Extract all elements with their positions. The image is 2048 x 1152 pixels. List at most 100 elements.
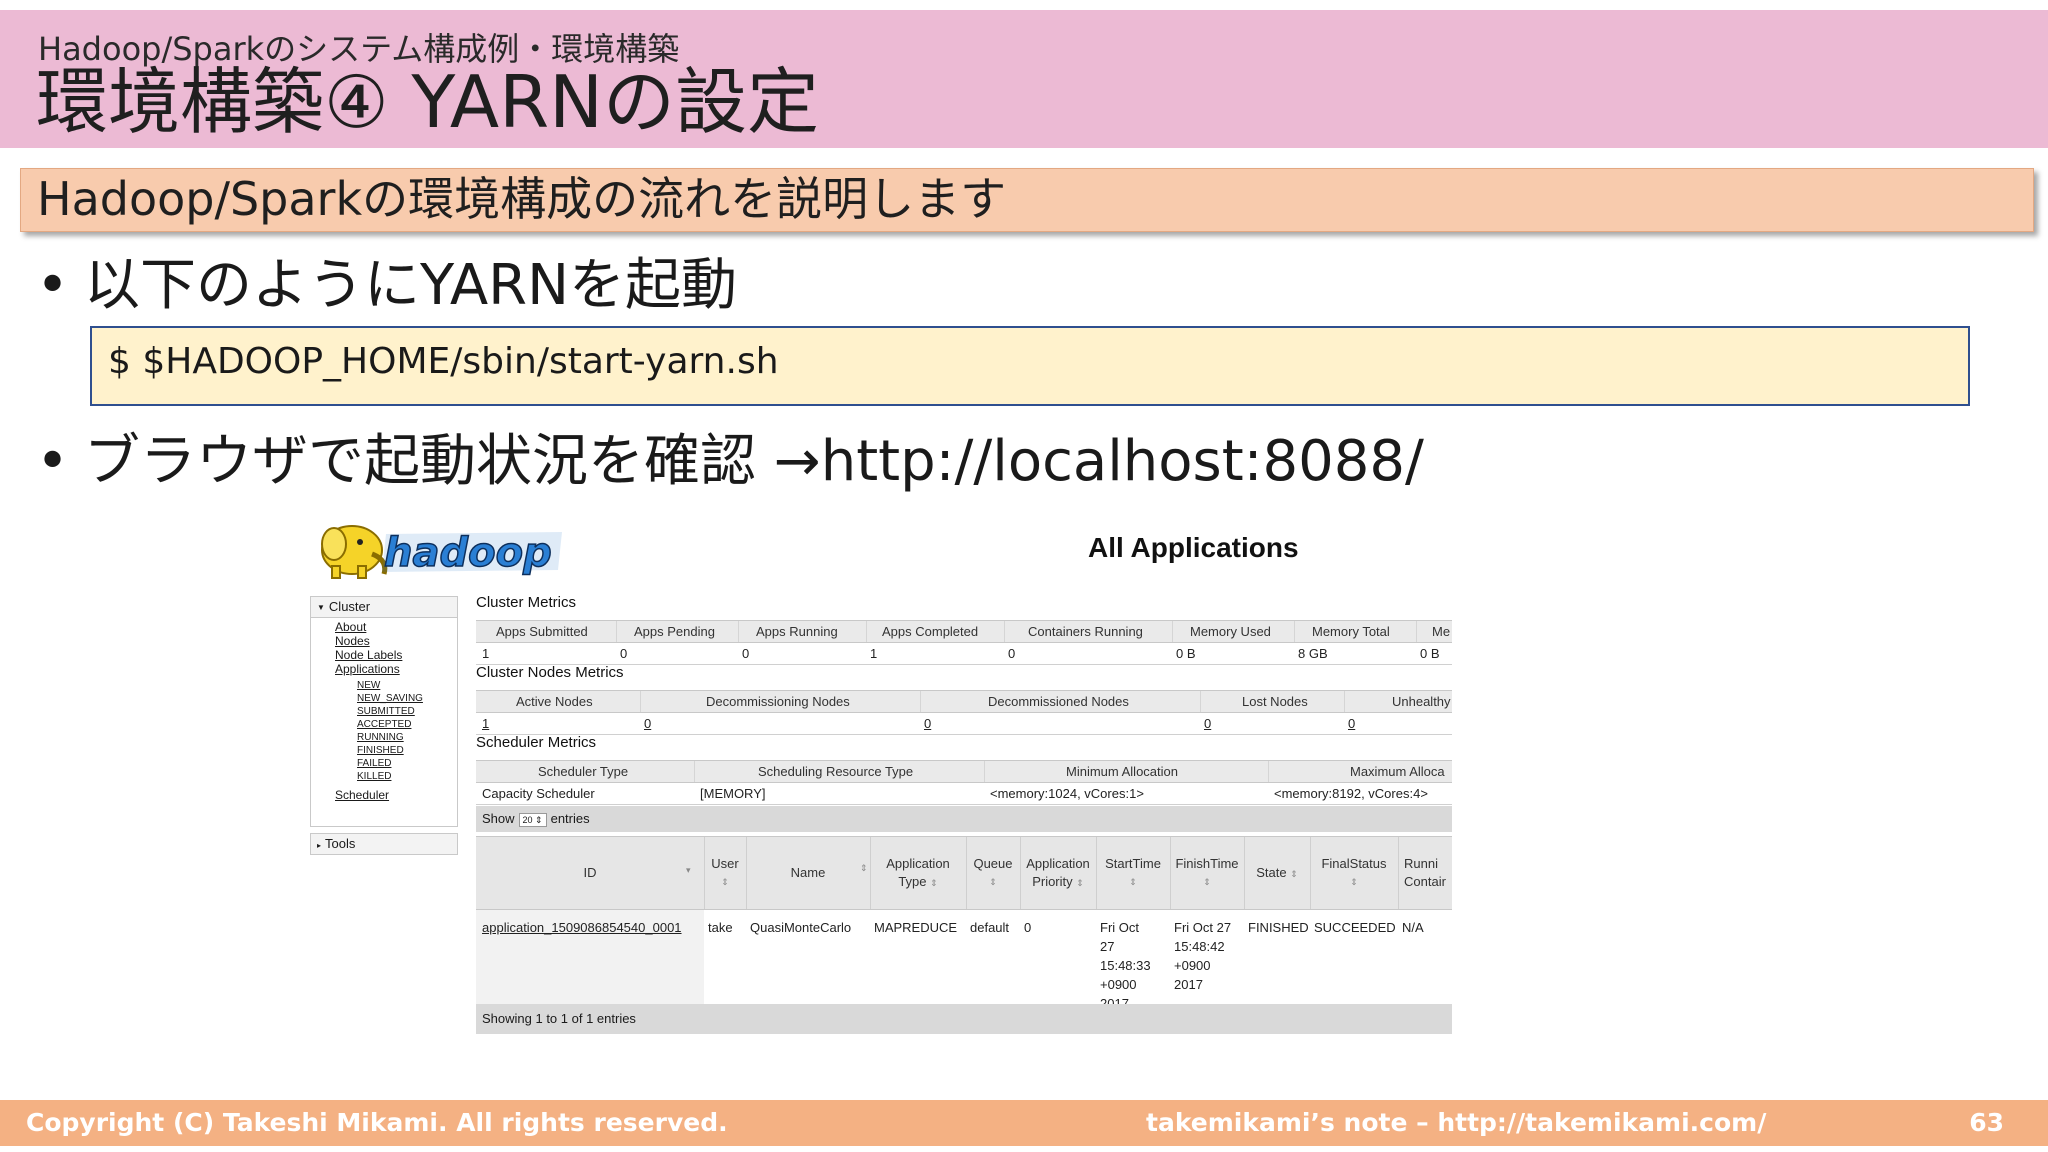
bullet-text: 以下のようにYARNを起動 (84, 253, 737, 318)
col-user[interactable]: User ⇕ (704, 837, 746, 909)
app-id-link[interactable]: application_1509086854540_0001 (482, 918, 682, 937)
slide-footer: Copyright (C) Takeshi Mikami. All rights… (0, 1100, 2048, 1146)
val-scheduler-type: Capacity Scheduler (482, 786, 595, 801)
cell-finish-time: Fri Oct 27 15:48:42 +0900 2017 (1174, 920, 1232, 992)
val-lost-nodes[interactable]: 0 (1204, 713, 1211, 734)
sidebar-cluster-panel: About Nodes Node Labels Applications NEW… (310, 618, 458, 827)
col-memory-reserved: Me (1432, 624, 1451, 639)
cluster-metrics-label: Cluster Metrics (476, 594, 577, 611)
col-apps-running: Apps Running (756, 624, 838, 639)
scheduler-metrics-table: Scheduler Type Scheduling Resource Type … (476, 760, 1452, 805)
chevron-right-icon: ▸ (317, 841, 322, 850)
page-number: 63 (1969, 1108, 2004, 1137)
entries-count-select[interactable]: 20 ⇕ (518, 812, 547, 827)
col-minimum-allocation: Minimum Allocation (1066, 764, 1178, 779)
val-active-nodes[interactable]: 1 (482, 713, 489, 734)
svg-text:hadoop: hadoop (384, 530, 552, 576)
col-start-time[interactable]: StartTime ⇕ (1096, 837, 1170, 909)
bullet-start-yarn: • 以下のようにYARNを起動 (36, 254, 737, 318)
cell-final-status: SUCCEEDED (1314, 920, 1396, 935)
sidebar-link-nodes[interactable]: Nodes (335, 634, 370, 648)
sidebar-link-running[interactable]: RUNNING (357, 732, 404, 743)
col-id[interactable]: ID (476, 837, 704, 909)
sort-icon: ⇕ (1203, 877, 1211, 887)
nodes-metrics-header-row: Active Nodes Decommissioning Nodes Decom… (476, 690, 1452, 713)
table-info-bar: Showing 1 to 1 of 1 entries (476, 1004, 1452, 1034)
scheduler-metrics-value-row: Capacity Scheduler [MEMORY] <memory:1024… (476, 783, 1452, 805)
copyright-text: Copyright (C) Takeshi Mikami. All rights… (26, 1108, 728, 1137)
sidebar-cluster-header[interactable]: ▼ Cluster (310, 596, 458, 618)
sidebar-link-accepted[interactable]: ACCEPTED (357, 719, 411, 730)
entries-length-bar: Show 20 ⇕ entries (476, 806, 1452, 832)
col-scheduling-resource-type: Scheduling Resource Type (758, 764, 914, 779)
sidebar-cluster-label: Cluster (328, 599, 371, 614)
cluster-metrics-value-row: 1 0 0 1 0 0 B 8 GB 0 B (476, 643, 1452, 665)
sidebar-link-node-labels[interactable]: Node Labels (335, 648, 402, 662)
sidebar-link-submitted[interactable]: SUBMITTED (357, 706, 415, 717)
col-decommissioning-nodes: Decommissioning Nodes (706, 694, 850, 709)
bullet-marker: • (36, 253, 70, 318)
bullet-marker: • (36, 429, 70, 494)
sidebar-link-failed[interactable]: FAILED (357, 758, 391, 769)
sort-icon: ⇕ (930, 877, 938, 888)
sort-icon: ⇕ (721, 877, 729, 887)
col-running-containers[interactable]: Runni Contair (1398, 837, 1452, 909)
col-application-type[interactable]: Application Type ⇕ (870, 837, 966, 909)
command-box: $ $HADOOP_HOME/sbin/start-yarn.sh (90, 326, 1970, 406)
command-text: $ $HADOOP_HOME/sbin/start-yarn.sh (108, 341, 779, 382)
sort-icon: ⇕ (1350, 877, 1358, 887)
sidebar-link-new[interactable]: NEW (357, 680, 380, 691)
page-heading: All Applications (1088, 532, 1299, 563)
col-name[interactable]: Name (746, 837, 870, 909)
val-decommissioned-nodes[interactable]: 0 (924, 713, 931, 734)
sort-icon: ⇕ (1290, 868, 1298, 879)
sidebar-link-scheduler[interactable]: Scheduler (335, 788, 389, 802)
cell-type: MAPREDUCE (874, 920, 958, 935)
sort-icon: ⇕ (1129, 877, 1137, 887)
bullet-text: ブラウザで起動状況を確認 →http://localhost:8088/ (84, 429, 1424, 494)
nodes-metrics-label: Cluster Nodes Metrics (476, 664, 624, 681)
col-decommissioned-nodes: Decommissioned Nodes (988, 694, 1129, 709)
col-memory-used: Memory Used (1190, 624, 1271, 639)
sidebar: ▼ Cluster About Nodes Node Labels Applica… (310, 596, 458, 855)
scheduler-metrics-header-row: Scheduler Type Scheduling Resource Type … (476, 760, 1452, 783)
col-state[interactable]: State ⇕ (1244, 837, 1310, 909)
col-queue[interactable]: Queue ⇕ (966, 837, 1020, 909)
val-unhealthy-nodes[interactable]: 0 (1348, 713, 1355, 734)
sidebar-link-applications[interactable]: Applications (335, 662, 400, 676)
applications-table: ID ▾ User ⇕ Name ⇕ Application Type ⇕ Queu… (476, 836, 1452, 1014)
cell-name: QuasiMonteCarlo (750, 920, 852, 935)
slide-subtitle-bar: Hadoop/Sparkの環境構成の流れを説明します (20, 168, 2034, 232)
sidebar-tools-header[interactable]: ▸ Tools (310, 833, 458, 855)
sidebar-link-new-saving[interactable]: NEW_SAVING (357, 693, 423, 704)
cell-running-containers: N/A (1402, 920, 1424, 935)
col-final-status[interactable]: FinalStatus ⇕ (1310, 837, 1398, 909)
slide-subtitle: Hadoop/Sparkの環境構成の流れを説明します (37, 172, 1007, 226)
sidebar-link-about[interactable]: About (335, 620, 366, 634)
sidebar-link-finished[interactable]: FINISHED (357, 745, 404, 756)
col-apps-submitted: Apps Submitted (496, 624, 588, 639)
sidebar-link-killed[interactable]: KILLED (357, 771, 391, 782)
val-memory-total: 8 GB (1298, 646, 1328, 661)
hadoop-ui-screenshot: hadoop All Applications ▼ Cluster About N… (308, 510, 1452, 1040)
chevron-down-icon: ▼ (317, 602, 325, 612)
val-memory-reserved: 0 B (1420, 646, 1440, 661)
cell-start-time: Fri Oct 27 15:48:33 +0900 2017 (1100, 920, 1151, 1011)
val-maximum-allocation: <memory:8192, vCores:4> (1274, 786, 1428, 801)
val-apps-pending: 0 (620, 646, 628, 661)
cell-priority: 0 (1024, 920, 1032, 935)
slide-title: 環境構築④ YARNの設定 (36, 60, 819, 144)
sort-desc-icon: ▾ (686, 865, 691, 875)
nodes-metrics-value-row: 1 0 0 0 0 (476, 713, 1452, 735)
scheduler-metrics-label: Scheduler Metrics (476, 734, 597, 751)
col-application-priority[interactable]: Application Priority ⇕ (1020, 837, 1096, 909)
slide-header: Hadoop/Sparkのシステム構成例・環境構築 環境構築④ YARNの設定 (0, 10, 2048, 148)
val-decommissioning-nodes[interactable]: 0 (644, 713, 651, 734)
col-finish-time[interactable]: FinishTime ⇕ (1170, 837, 1244, 909)
sidebar-tools-label: Tools (325, 836, 356, 851)
val-memory-used: 0 B (1176, 646, 1196, 661)
applications-header-row: ID ▾ User ⇕ Name ⇕ Application Type ⇕ Queu… (476, 836, 1452, 910)
sort-icon: ⇕ (989, 877, 997, 887)
entries-show-label: Show (482, 811, 515, 826)
nodes-metrics-table: Active Nodes Decommissioning Nodes Decom… (476, 690, 1452, 735)
